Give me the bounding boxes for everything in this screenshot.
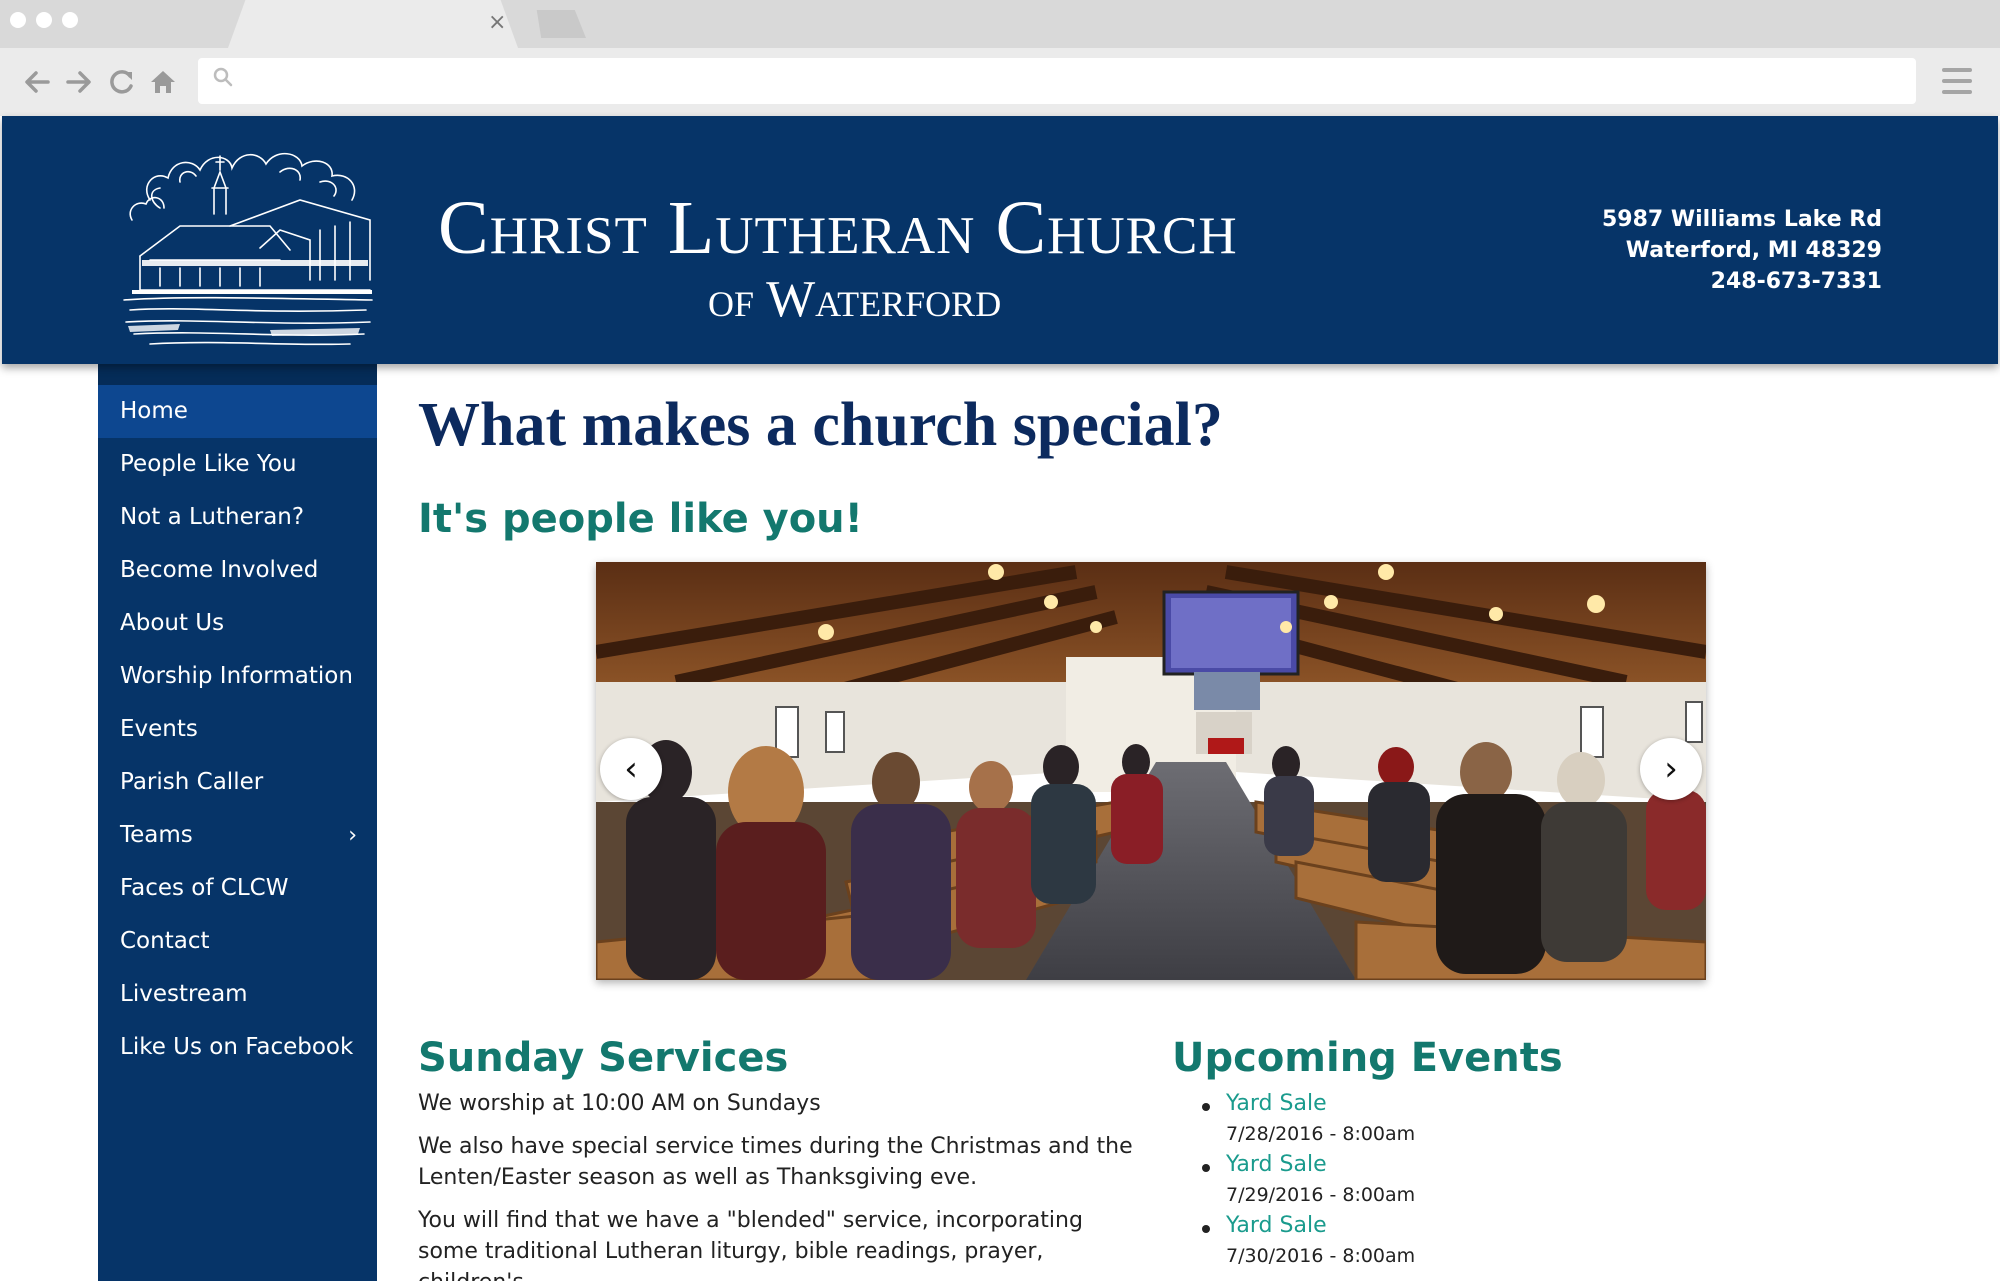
browser-chrome: × [0,0,2000,116]
chevron-right-icon[interactable]: › [348,809,357,862]
services-paragraph: We worship at 10:00 AM on Sundays [418,1091,821,1116]
home-icon[interactable] [148,62,178,102]
sidebar-item-become-involved[interactable]: Become Involved [98,544,377,597]
sidebar-item-faces-of-clcw[interactable]: Faces of CLCW [98,862,377,915]
address-line2: Waterford, MI 48329 [1625,238,1882,263]
upcoming-events-section: Upcoming Events Yard Sale 7/28/2016 - 8:… [1172,1030,1672,1271]
events-list: Yard Sale 7/28/2016 - 8:00am Yard Sale 7… [1172,1088,1672,1271]
carousel-next-button[interactable]: › [1640,738,1702,800]
chevron-left-icon: ‹ [624,749,638,789]
page-title: What makes a church special? [418,391,1223,459]
tab-close-icon[interactable]: × [488,10,506,35]
sidebar-item-worship-information[interactable]: Worship Information [98,650,377,703]
events-heading: Upcoming Events [1172,1035,1563,1081]
sunday-services-section: Sunday Services We worship at 10:00 AM o… [418,1030,1138,1281]
sidebar-item-like-us-on-facebook[interactable]: Like Us on Facebook [98,1021,377,1074]
main-content: What makes a church special? It's people… [418,364,1708,1281]
event-link[interactable]: Yard Sale [1226,1210,1672,1241]
back-icon[interactable] [22,62,52,102]
event-link[interactable]: Yard Sale [1226,1088,1672,1119]
sanctuary-photo [596,562,1706,980]
site-header: Christ Lutheran Church of Waterford 5987… [2,116,1998,364]
close-window-dot[interactable] [10,12,26,28]
event-date: 7/28/2016 - 8:00am [1226,1123,1416,1145]
church-name-title[interactable]: Christ Lutheran Church [438,188,1238,268]
sidebar-item-label: Teams [120,822,193,848]
event-date: 7/30/2016 - 8:00am [1226,1245,1416,1267]
browser-tab-active[interactable] [228,0,518,48]
sidebar-nav: Home People Like You Not a Lutheran? Bec… [98,364,377,1281]
sidebar-item-contact[interactable]: Contact [98,915,377,968]
sidebar-item-about-us[interactable]: About Us [98,597,377,650]
new-tab-button[interactable] [536,10,586,38]
chevron-right-icon: › [1664,749,1678,789]
search-icon [213,67,233,87]
window-controls [10,12,78,28]
browser-menu-icon[interactable] [1942,68,1972,94]
photo-carousel[interactable]: ‹ › [596,562,1706,980]
services-heading: Sunday Services [418,1035,789,1081]
church-sketch-logo[interactable] [120,130,376,352]
page-subtitle: It's people like you! [418,496,863,542]
sidebar-item-not-a-lutheran[interactable]: Not a Lutheran? [98,491,377,544]
maximize-window-dot[interactable] [62,12,78,28]
event-date: 7/29/2016 - 8:00am [1226,1184,1416,1206]
list-item: Yard Sale 7/29/2016 - 8:00am [1172,1149,1672,1210]
services-paragraph: We also have special service times durin… [418,1134,1133,1190]
address-line1: 5987 Williams Lake Rd [1601,207,1882,232]
carousel-prev-button[interactable]: ‹ [600,738,662,800]
list-item: Yard Sale 7/30/2016 - 8:00am [1172,1210,1672,1271]
minimize-window-dot[interactable] [36,12,52,28]
forward-icon[interactable] [64,62,94,102]
phone-number[interactable]: 248-673-7331 [1602,266,1882,297]
reload-icon[interactable] [106,62,136,102]
sidebar-top-band [98,364,377,385]
sidebar-item-home[interactable]: Home [98,385,377,438]
event-link[interactable]: Yard Sale [1226,1149,1672,1180]
address-bar[interactable] [198,58,1916,104]
list-item: Yard Sale 7/28/2016 - 8:00am [1172,1088,1672,1149]
sidebar-item-parish-caller[interactable]: Parish Caller [98,756,377,809]
sidebar-item-teams[interactable]: Teams › [98,809,377,862]
sidebar-item-people-like-you[interactable]: People Like You [98,438,377,491]
services-paragraph: You will find that we have a "blended" s… [418,1208,1083,1281]
contact-address: 5987 Williams Lake Rd Waterford, MI 4832… [1602,204,1882,297]
church-name-subtitle: of Waterford [708,271,1002,328]
sidebar-item-livestream[interactable]: Livestream [98,968,377,1021]
sidebar-item-events[interactable]: Events [98,703,377,756]
